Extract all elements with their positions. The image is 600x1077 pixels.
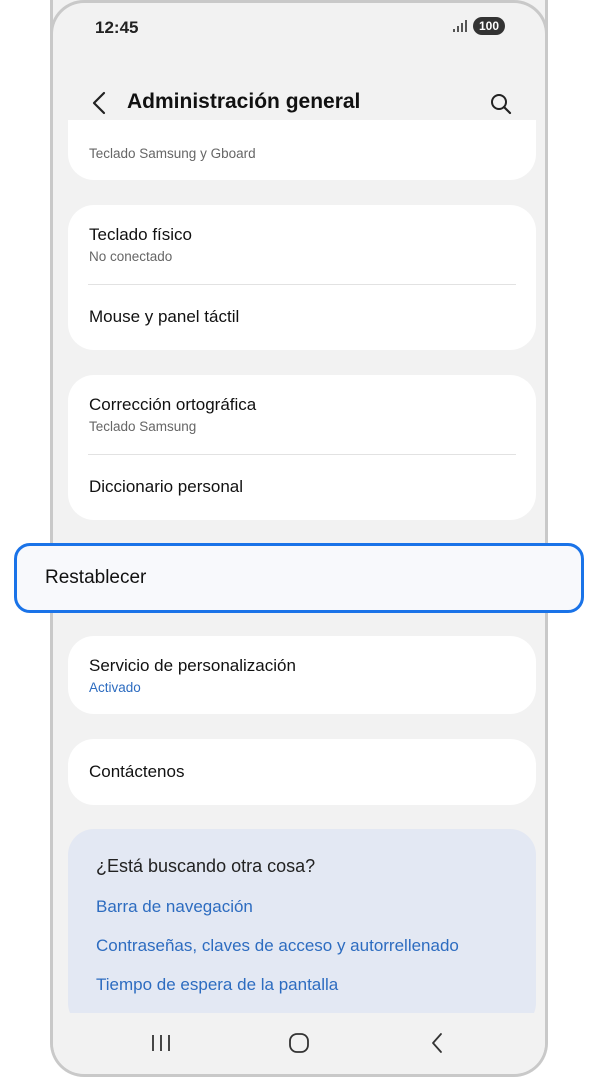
contact-card: Contáctenos [68,739,536,805]
status-icons: 100 [452,17,505,35]
keyboard-list-item[interactable]: Teclado Samsung y Gboard [68,120,536,161]
contact-item[interactable]: Contáctenos [68,739,536,805]
customization-item[interactable]: Servicio de personalización Activado [68,636,536,714]
recents-button[interactable] [141,1027,181,1059]
navigation-bar [53,1013,545,1073]
spell-check-item[interactable]: Corrección ortográfica Teclado Samsung [68,375,536,454]
back-icon [432,1033,442,1053]
reset-item-highlighted[interactable]: Restablecer [14,543,584,613]
search-icon [491,94,512,115]
spelling-card: Corrección ortográfica Teclado Samsung D… [68,375,536,520]
reset-title: Restablecer [45,567,147,588]
mouse-touchpad-item[interactable]: Mouse y panel táctil [68,285,536,350]
physical-keyboard-status: No conectado [89,249,173,264]
back-button[interactable] [85,88,113,118]
physical-input-card: Teclado físico No conectado Mouse y pane… [68,205,536,350]
spell-check-title: Corrección ortográfica [89,395,257,414]
page-title: Administración general [127,90,361,113]
recents-icon [152,1035,170,1051]
personal-dictionary-title: Diccionario personal [89,477,244,496]
customization-status: Activado [89,680,141,695]
chevron-left-icon [92,91,106,115]
search-button[interactable] [485,88,517,120]
phone-screen: 12:45 100 Administración general Teclado… [50,0,548,1077]
keyboard-list-subtitle: Teclado Samsung y Gboard [89,146,256,161]
status-time: 12:45 [95,18,139,37]
physical-keyboard-title: Teclado físico [89,225,192,244]
suggestion-link-screen-timeout[interactable]: Tiempo de espera de la pantalla [96,975,508,995]
personal-dictionary-item[interactable]: Diccionario personal [68,455,536,520]
keyboard-list-card: Teclado Samsung y Gboard [68,120,536,180]
suggestion-link-navigation-bar[interactable]: Barra de navegación [96,897,508,917]
suggestions-title: ¿Está buscando otra cosa? [96,856,316,876]
mouse-touchpad-title: Mouse y panel táctil [89,307,240,326]
physical-keyboard-item[interactable]: Teclado físico No conectado [68,205,536,284]
signal-icon [452,20,467,32]
suggestion-link-passwords[interactable]: Contraseñas, claves de acceso y autorrel… [96,936,508,956]
suggestions-panel: ¿Está buscando otra cosa? Barra de naveg… [68,829,536,1029]
spell-check-sub: Teclado Samsung [89,419,197,434]
home-icon [289,1033,309,1053]
home-button[interactable] [279,1027,319,1059]
customization-card: Servicio de personalización Activado [68,636,536,714]
contact-title: Contáctenos [89,762,185,781]
nav-back-button[interactable] [417,1027,457,1059]
battery-badge: 100 [472,17,505,35]
customization-title: Servicio de personalización [89,656,296,675]
